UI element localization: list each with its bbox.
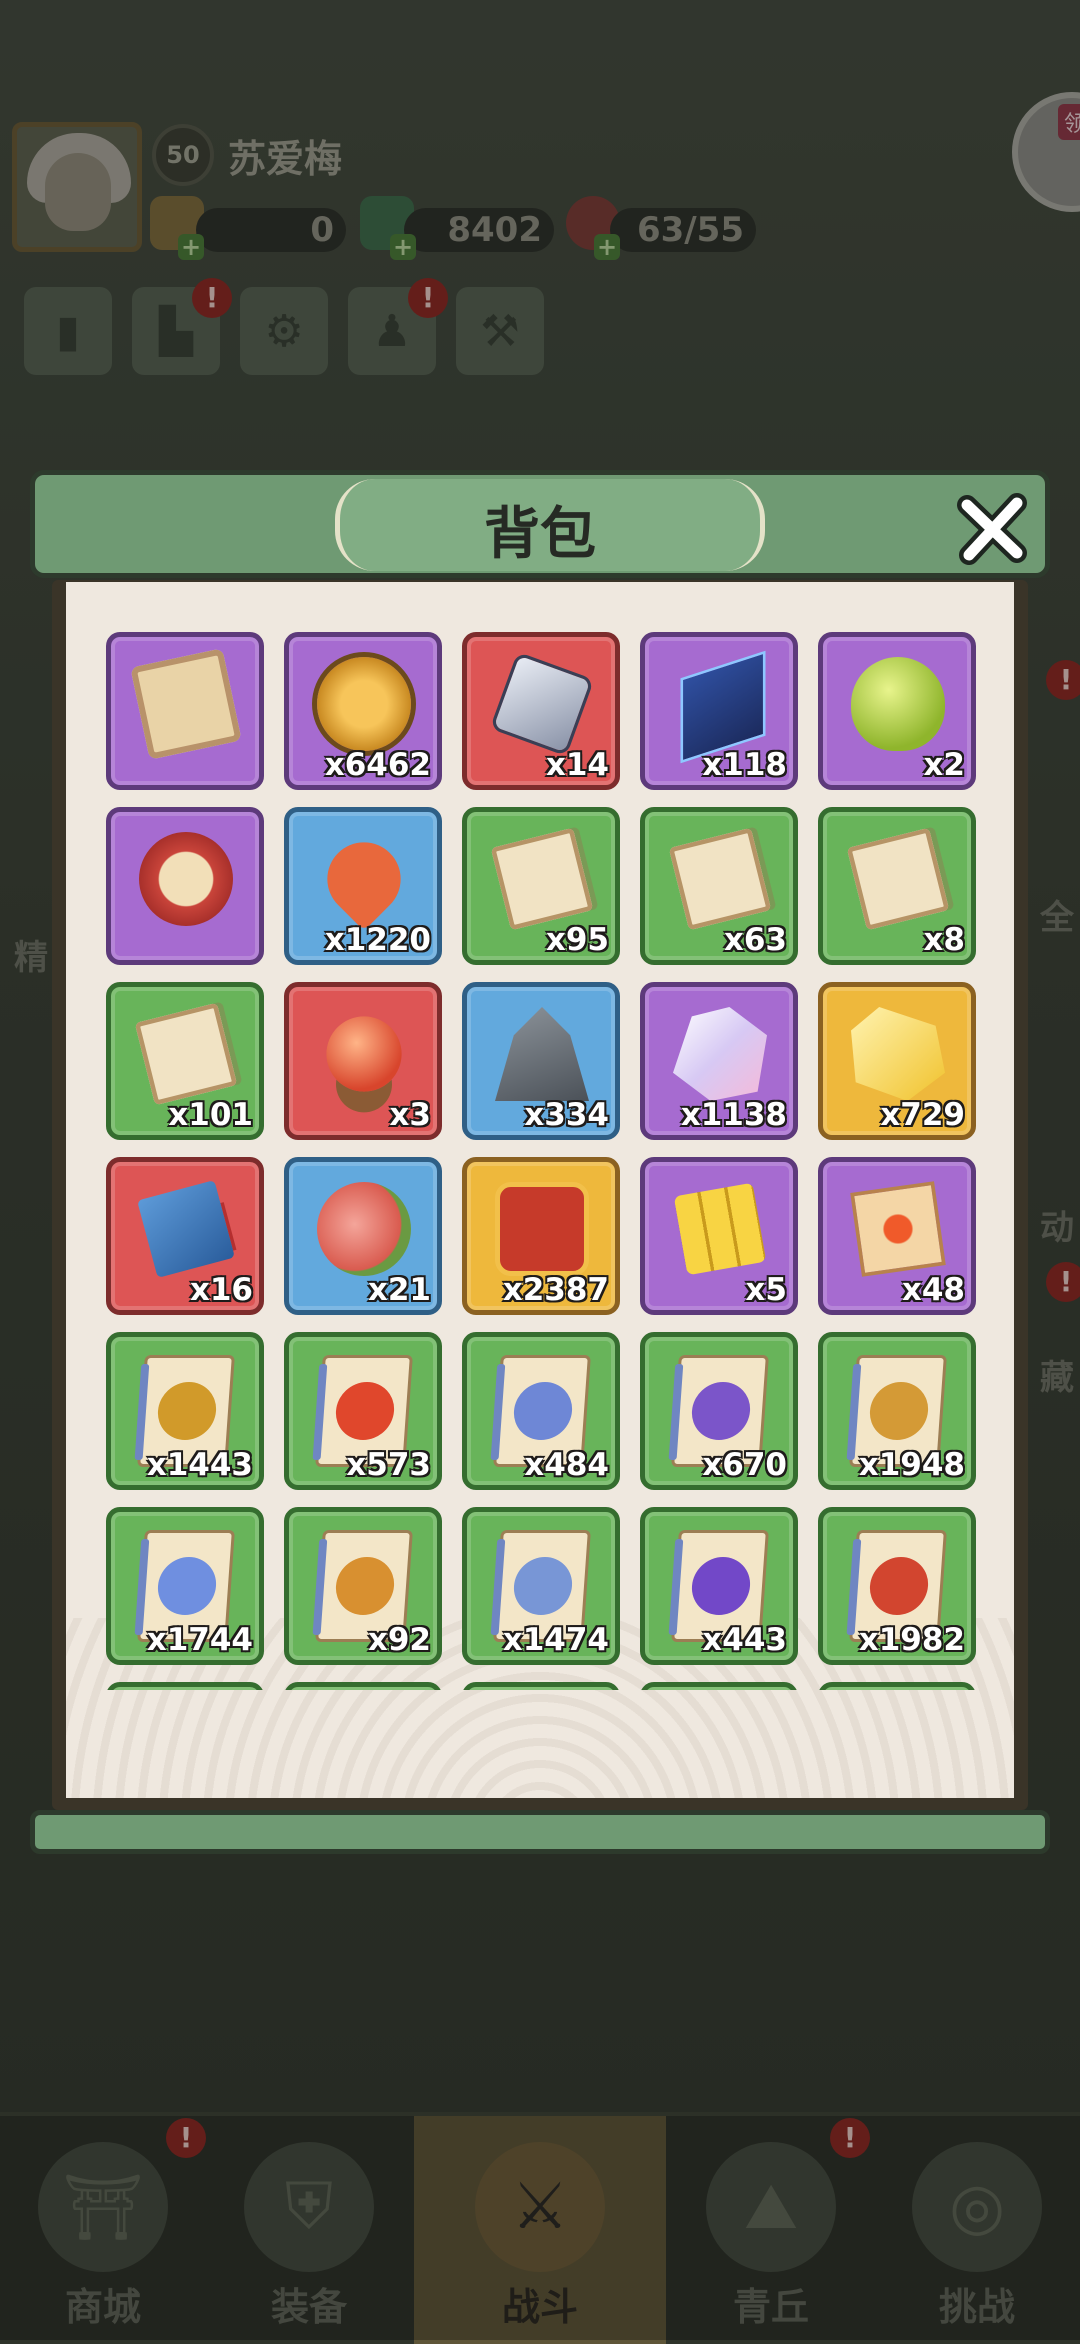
inventory-slot[interactable]: x118 — [640, 632, 798, 790]
ore-crystal-icon — [495, 1007, 589, 1101]
inventory-slot[interactable]: x95 — [462, 807, 620, 965]
item-quantity: x1948 — [858, 1447, 965, 1483]
sword-scroll-icon — [490, 827, 594, 931]
inventory-slot[interactable]: x2387 — [462, 1157, 620, 1315]
item-quantity: x334 — [524, 1097, 609, 1133]
item-quantity: x670 — [702, 1447, 787, 1483]
item-quantity: x729 — [880, 1097, 965, 1133]
inventory-slot[interactable] — [106, 632, 264, 790]
gold-ore-icon — [851, 1007, 945, 1101]
inventory-slot[interactable]: x3 — [284, 982, 442, 1140]
fire-card-icon — [850, 1181, 946, 1277]
inventory-slot[interactable] — [640, 1682, 798, 1690]
meat-basket-icon — [317, 1182, 411, 1276]
item-quantity: x21 — [367, 1272, 431, 1308]
inventory-slot[interactable]: x1982 — [818, 1507, 976, 1665]
item-quantity: x118 — [702, 747, 787, 783]
points-token-icon — [495, 1182, 589, 1276]
item-quantity: x3 — [389, 1097, 431, 1133]
item-quantity: x1443 — [146, 1447, 253, 1483]
item-quantity: x6462 — [324, 747, 431, 783]
inventory-slot[interactable] — [106, 807, 264, 965]
dragon-egg-icon — [851, 657, 945, 751]
inventory-slot[interactable]: x14 — [462, 632, 620, 790]
inventory-slot[interactable] — [462, 1682, 620, 1690]
inventory-slot[interactable]: x8 — [818, 807, 976, 965]
inventory-slot[interactable]: x1948 — [818, 1332, 976, 1490]
inventory-slot[interactable]: x63 — [640, 807, 798, 965]
inventory-slot[interactable]: x48 — [818, 1157, 976, 1315]
inventory-slot[interactable]: x1474 — [462, 1507, 620, 1665]
dialog-header: 背包 — [30, 470, 1050, 578]
inventory-slot[interactable] — [106, 1682, 264, 1690]
inventory-slot[interactable] — [818, 1682, 976, 1690]
item-quantity: x95 — [545, 922, 609, 958]
inventory-slot[interactable]: x670 — [640, 1332, 798, 1490]
inventory-slot[interactable]: x101 — [106, 982, 264, 1140]
item-quantity: x1474 — [502, 1622, 609, 1658]
prayer-beads-icon — [137, 1180, 235, 1278]
inventory-slot[interactable]: x6462 — [284, 632, 442, 790]
inventory-slot[interactable]: x1744 — [106, 1507, 264, 1665]
item-quantity: x63 — [723, 922, 787, 958]
order-token-icon — [139, 832, 233, 926]
item-quantity: x443 — [702, 1622, 787, 1658]
item-quantity: x1744 — [146, 1622, 253, 1658]
item-quantity: x48 — [901, 1272, 965, 1308]
inventory-slot[interactable] — [284, 1682, 442, 1690]
inventory-slot[interactable]: x5 — [640, 1157, 798, 1315]
inventory-slot[interactable]: x443 — [640, 1507, 798, 1665]
item-quantity: x16 — [189, 1272, 253, 1308]
item-quantity: x484 — [524, 1447, 609, 1483]
item-quantity: x8 — [923, 922, 965, 958]
inventory-slot[interactable]: x1443 — [106, 1332, 264, 1490]
inventory-grid: x6462 x14 x118 x2 x1220 x95 x63 x8 x101 x3 x334 x11… — [106, 632, 976, 1690]
inventory-slot[interactable]: x1138 — [640, 982, 798, 1140]
gold-coin-icon — [317, 657, 411, 751]
inventory-slot[interactable]: x2 — [818, 632, 976, 790]
inventory-slot[interactable]: x334 — [462, 982, 620, 1140]
dialog-title: 背包 — [484, 502, 596, 567]
item-quantity: x1982 — [858, 1622, 965, 1658]
ring-scroll-icon — [134, 1002, 238, 1106]
item-quantity: x5 — [745, 1272, 787, 1308]
item-quantity: x92 — [367, 1622, 431, 1658]
item-quantity: x1220 — [324, 922, 431, 958]
bow-scroll-icon — [668, 827, 772, 931]
item-quantity: x14 — [545, 747, 609, 783]
dialog-footer — [30, 1810, 1050, 1854]
item-quantity: x1138 — [680, 1097, 787, 1133]
item-quantity: x2387 — [502, 1272, 609, 1308]
gold-block-icon — [673, 1182, 767, 1276]
item-quantity: x101 — [168, 1097, 253, 1133]
crystal-rune-icon — [493, 655, 591, 753]
heart-icon — [312, 827, 416, 931]
inventory-slot[interactable]: x484 — [462, 1332, 620, 1490]
scroll-map-icon — [130, 648, 242, 760]
inventory-slot[interactable]: x573 — [284, 1332, 442, 1490]
inventory-slot[interactable]: x92 — [284, 1507, 442, 1665]
inventory-slot[interactable]: x729 — [818, 982, 976, 1140]
boot-scroll-icon — [846, 827, 950, 931]
close-button[interactable] — [953, 489, 1033, 569]
item-quantity: x2 — [923, 747, 965, 783]
item-quantity: x573 — [346, 1447, 431, 1483]
inventory-slot[interactable]: x21 — [284, 1157, 442, 1315]
crystal-ball-icon — [326, 1016, 402, 1092]
gem-cluster-icon — [673, 1007, 767, 1101]
inventory-slot[interactable]: x1220 — [284, 807, 442, 965]
close-icon — [957, 493, 1027, 565]
inventory-slot[interactable]: x16 — [106, 1157, 264, 1315]
